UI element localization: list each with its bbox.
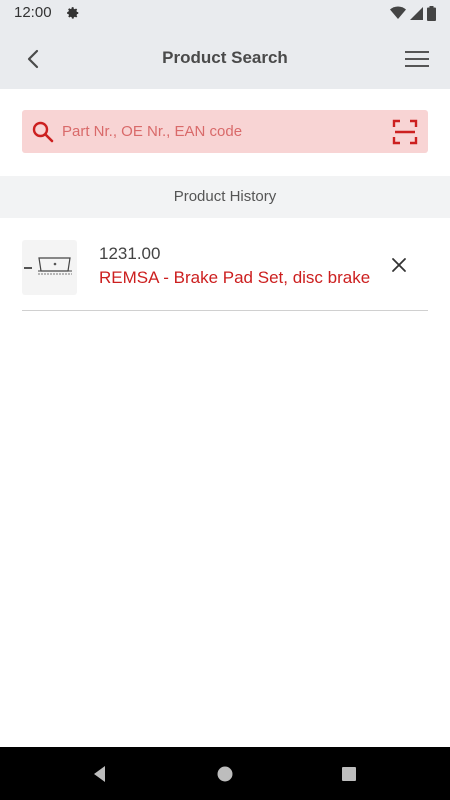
home-circle-icon[interactable] bbox=[214, 763, 236, 785]
product-name: REMSA - Brake Pad Set, disc brake bbox=[99, 268, 371, 287]
gear-icon bbox=[67, 7, 79, 19]
recents-square-icon[interactable] bbox=[338, 763, 360, 785]
hamburger-menu-icon bbox=[405, 51, 429, 67]
page-title: Product Search bbox=[162, 48, 288, 67]
search-box bbox=[22, 110, 428, 153]
list-item[interactable]: 1231.00 REMSA - Brake Pad Set, disc brak… bbox=[22, 230, 428, 311]
search-icon bbox=[32, 121, 54, 143]
back-button[interactable] bbox=[18, 44, 48, 74]
menu-button[interactable] bbox=[402, 44, 432, 74]
status-bar: 12:00 bbox=[0, 0, 450, 26]
signal-icon bbox=[410, 6, 423, 20]
status-icons bbox=[390, 5, 436, 21]
close-icon[interactable] bbox=[388, 254, 410, 276]
battery-icon bbox=[427, 5, 436, 21]
search-input[interactable] bbox=[62, 110, 382, 153]
app-bar: Product Search bbox=[0, 26, 450, 89]
status-time: 12:00 bbox=[14, 4, 52, 21]
product-number: 1231.00 bbox=[99, 244, 161, 263]
barcode-scan-icon[interactable] bbox=[392, 119, 418, 145]
product-history-header: Product History bbox=[0, 176, 450, 218]
system-nav-bar bbox=[0, 747, 450, 800]
chevron-left-icon bbox=[27, 49, 39, 69]
brake-pad-image bbox=[24, 257, 72, 275]
back-triangle-icon[interactable] bbox=[89, 763, 111, 785]
wifi-icon bbox=[390, 6, 406, 19]
product-thumbnail bbox=[22, 240, 77, 295]
